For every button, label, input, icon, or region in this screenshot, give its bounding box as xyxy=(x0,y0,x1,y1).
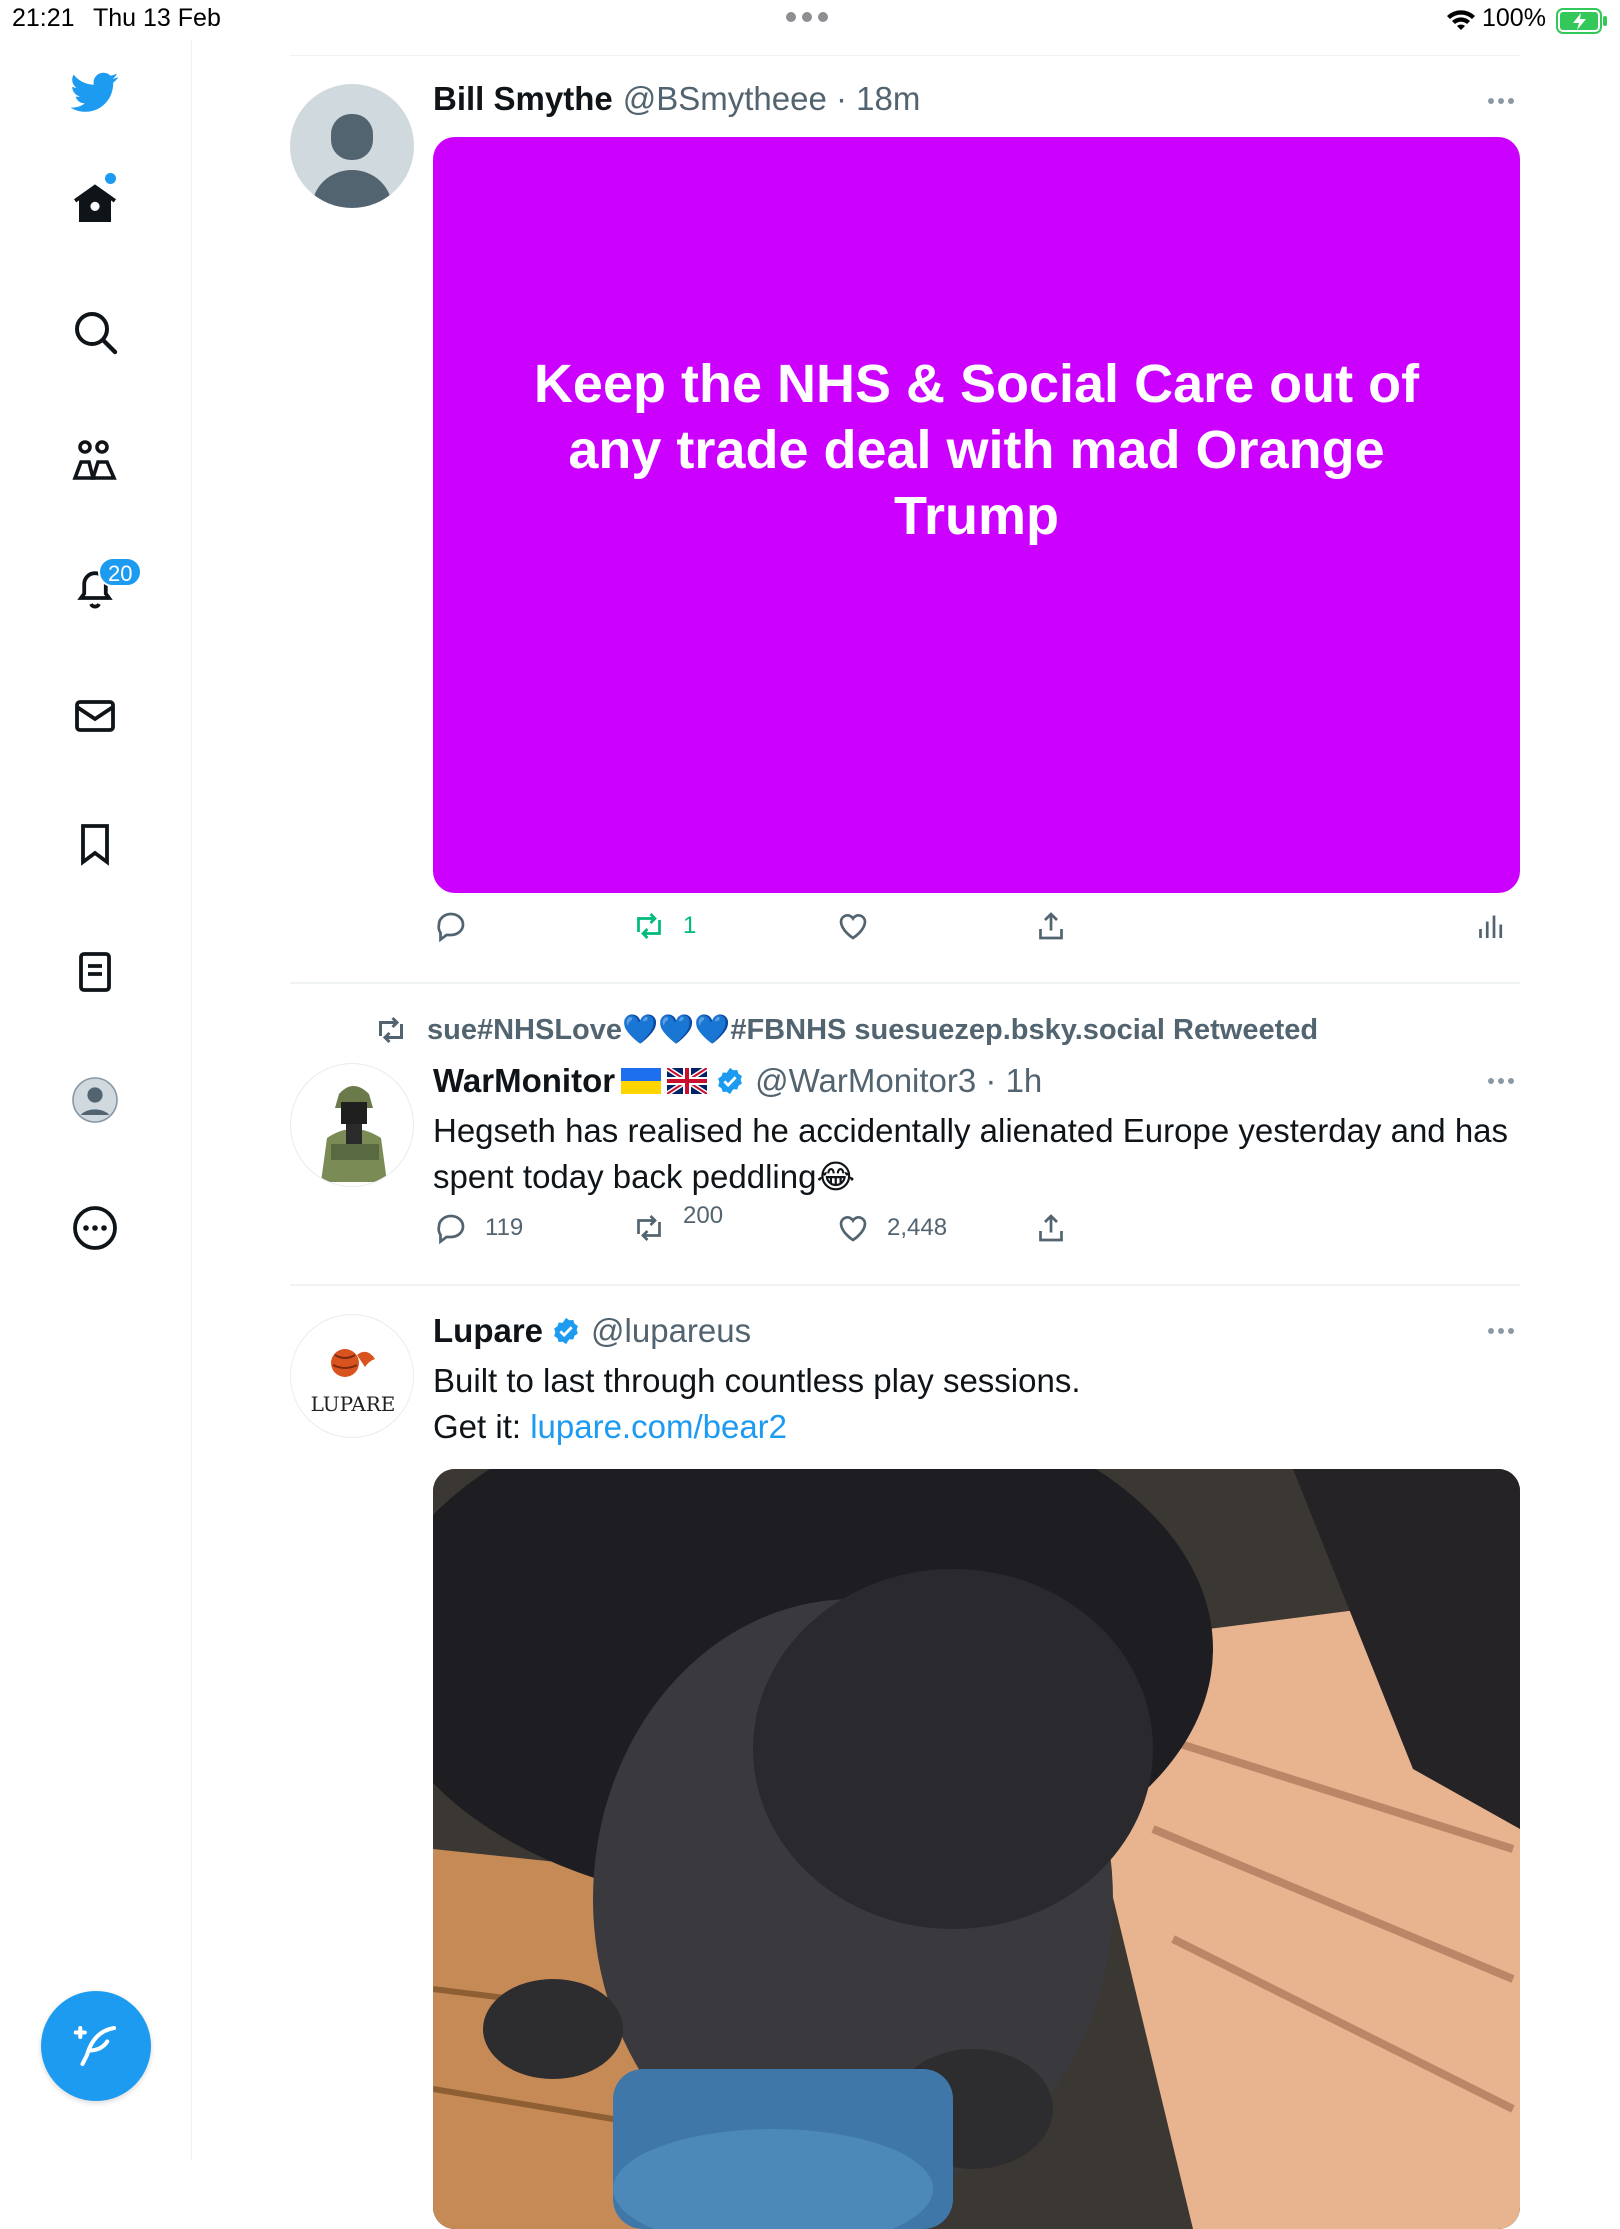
retweet-button[interactable]: 200 xyxy=(631,1202,723,1246)
twitter-logo-icon[interactable] xyxy=(55,52,135,132)
retweeted-by-text: sue#NHSLove💙💙💙#FBNHS suesuezep.bsky.soci… xyxy=(427,1014,1319,1046)
author-name[interactable]: Bill Smythe xyxy=(433,80,613,118)
tweet-header: Lupare @lupareus xyxy=(433,1312,751,1350)
author-name[interactable]: Lupare xyxy=(433,1312,543,1350)
lupare-logo-text: LUPARE xyxy=(311,1392,396,1416)
tweet-avatar-lupare[interactable]: LUPARE xyxy=(290,1314,414,1438)
compose-quill-icon xyxy=(73,2025,117,2067)
reply-button[interactable] xyxy=(433,908,469,944)
author-handle-time[interactable]: @WarMonitor3 · 1h xyxy=(755,1062,1042,1100)
verified-badge-icon xyxy=(718,1067,742,1095)
retweet-icon xyxy=(379,1016,403,1044)
reply-icon xyxy=(437,1214,465,1245)
tweet-header: WarMonitor @WarMonitor3 · 1h xyxy=(433,1062,1042,1100)
status-time: 21:21 xyxy=(12,4,75,32)
tweet-link[interactable]: lupare.com/bear2 xyxy=(530,1408,787,1445)
lupare-logo-icon: LUPARE xyxy=(311,1349,396,1416)
tweet-header: Bill Smythe @BSmytheee · 18m xyxy=(433,80,920,118)
verified-badge-icon xyxy=(554,1317,578,1345)
more-options-circle-icon[interactable] xyxy=(55,1188,135,1268)
author-handle[interactable]: @lupareus xyxy=(591,1312,751,1350)
home-unread-dot xyxy=(105,173,116,184)
author-name[interactable]: WarMonitor xyxy=(433,1062,615,1100)
uk-flag-icon xyxy=(667,1068,708,1094)
profile-avatar-icon[interactable] xyxy=(55,1060,135,1140)
search-icon[interactable] xyxy=(55,292,135,372)
home-icon[interactable] xyxy=(55,164,135,244)
default-avatar-icon xyxy=(312,114,392,208)
bookmark-icon[interactable] xyxy=(55,804,135,884)
tweet-divider xyxy=(290,1284,1520,1286)
reply-icon xyxy=(437,912,465,943)
like-button[interactable] xyxy=(835,908,871,944)
notifications-badge: 20 xyxy=(98,557,143,587)
tweet-more-icon[interactable] xyxy=(1488,1328,1514,1334)
analytics-icon xyxy=(1479,915,1503,938)
tweet-image-card[interactable]: Keep the NHS & Social Care out of any tr… xyxy=(433,137,1520,893)
analytics-button[interactable] xyxy=(1473,908,1509,944)
heart-icon xyxy=(839,913,867,940)
retweet-count: 1 xyxy=(683,912,697,939)
tweet-actions: 119 200 2,448 xyxy=(433,1202,1520,1260)
tweet-avatar-default[interactable] xyxy=(290,84,414,208)
tweet-text-line1: Built to last through countless play ses… xyxy=(433,1362,1081,1399)
retweet-icon xyxy=(637,913,661,939)
tweet-text-prefix: Get it: xyxy=(433,1408,531,1445)
like-button[interactable]: 2,448 xyxy=(835,1210,947,1246)
tweet-more-icon[interactable] xyxy=(1488,98,1514,104)
retweet-icon xyxy=(637,1215,661,1241)
share-icon xyxy=(1039,912,1063,940)
reply-count: 119 xyxy=(485,1214,524,1241)
retweet-count: 200 xyxy=(683,1202,724,1229)
share-icon xyxy=(1039,1214,1063,1242)
compose-tweet-button[interactable] xyxy=(41,1991,151,2101)
battery-charging-icon xyxy=(1556,8,1607,34)
wifi-icon xyxy=(1447,10,1475,30)
author-handle-time[interactable]: @BSmytheee · 18m xyxy=(623,80,921,118)
tweet-video-media[interactable] xyxy=(433,1469,1520,2229)
retweeted-by-line[interactable]: sue#NHSLove💙💙💙#FBNHS suesuezep.bsky.soci… xyxy=(373,1012,1318,1048)
communities-icon[interactable] xyxy=(55,420,135,500)
tweet-divider xyxy=(290,982,1520,984)
tweet-more-icon[interactable] xyxy=(1488,1078,1514,1084)
status-date: Thu 13 Feb xyxy=(93,4,221,32)
ukraine-flag-icon xyxy=(621,1068,662,1094)
video-thumbnail-cat xyxy=(433,1469,1520,2229)
tweet-text: Built to last through countless play ses… xyxy=(433,1358,1513,1450)
tweet-avatar-warmonitor[interactable] xyxy=(290,1063,414,1187)
like-count: 2,448 xyxy=(887,1214,948,1241)
battery-percent: 100% xyxy=(1482,4,1546,32)
heart-icon xyxy=(839,1215,867,1242)
share-button[interactable] xyxy=(1033,908,1069,944)
tweet-text: Hegseth has realised he accidentally ali… xyxy=(433,1112,1509,1195)
messages-mail-icon[interactable] xyxy=(55,676,135,756)
soldier-avatar-icon xyxy=(321,1086,387,1182)
lists-icon[interactable] xyxy=(55,932,135,1012)
reply-button[interactable]: 119 xyxy=(433,1210,523,1246)
multitasking-dots-icon[interactable] xyxy=(786,12,828,22)
retweet-button[interactable]: 1 xyxy=(631,908,696,944)
share-button[interactable] xyxy=(1033,1210,1069,1246)
status-bar: 21:21 Thu 13 Feb 100% xyxy=(0,0,1620,40)
card-text: Keep the NHS & Social Care out of any tr… xyxy=(533,354,1420,546)
tweet-actions: 1 xyxy=(433,908,1520,958)
feed-top-divider xyxy=(290,55,1520,56)
